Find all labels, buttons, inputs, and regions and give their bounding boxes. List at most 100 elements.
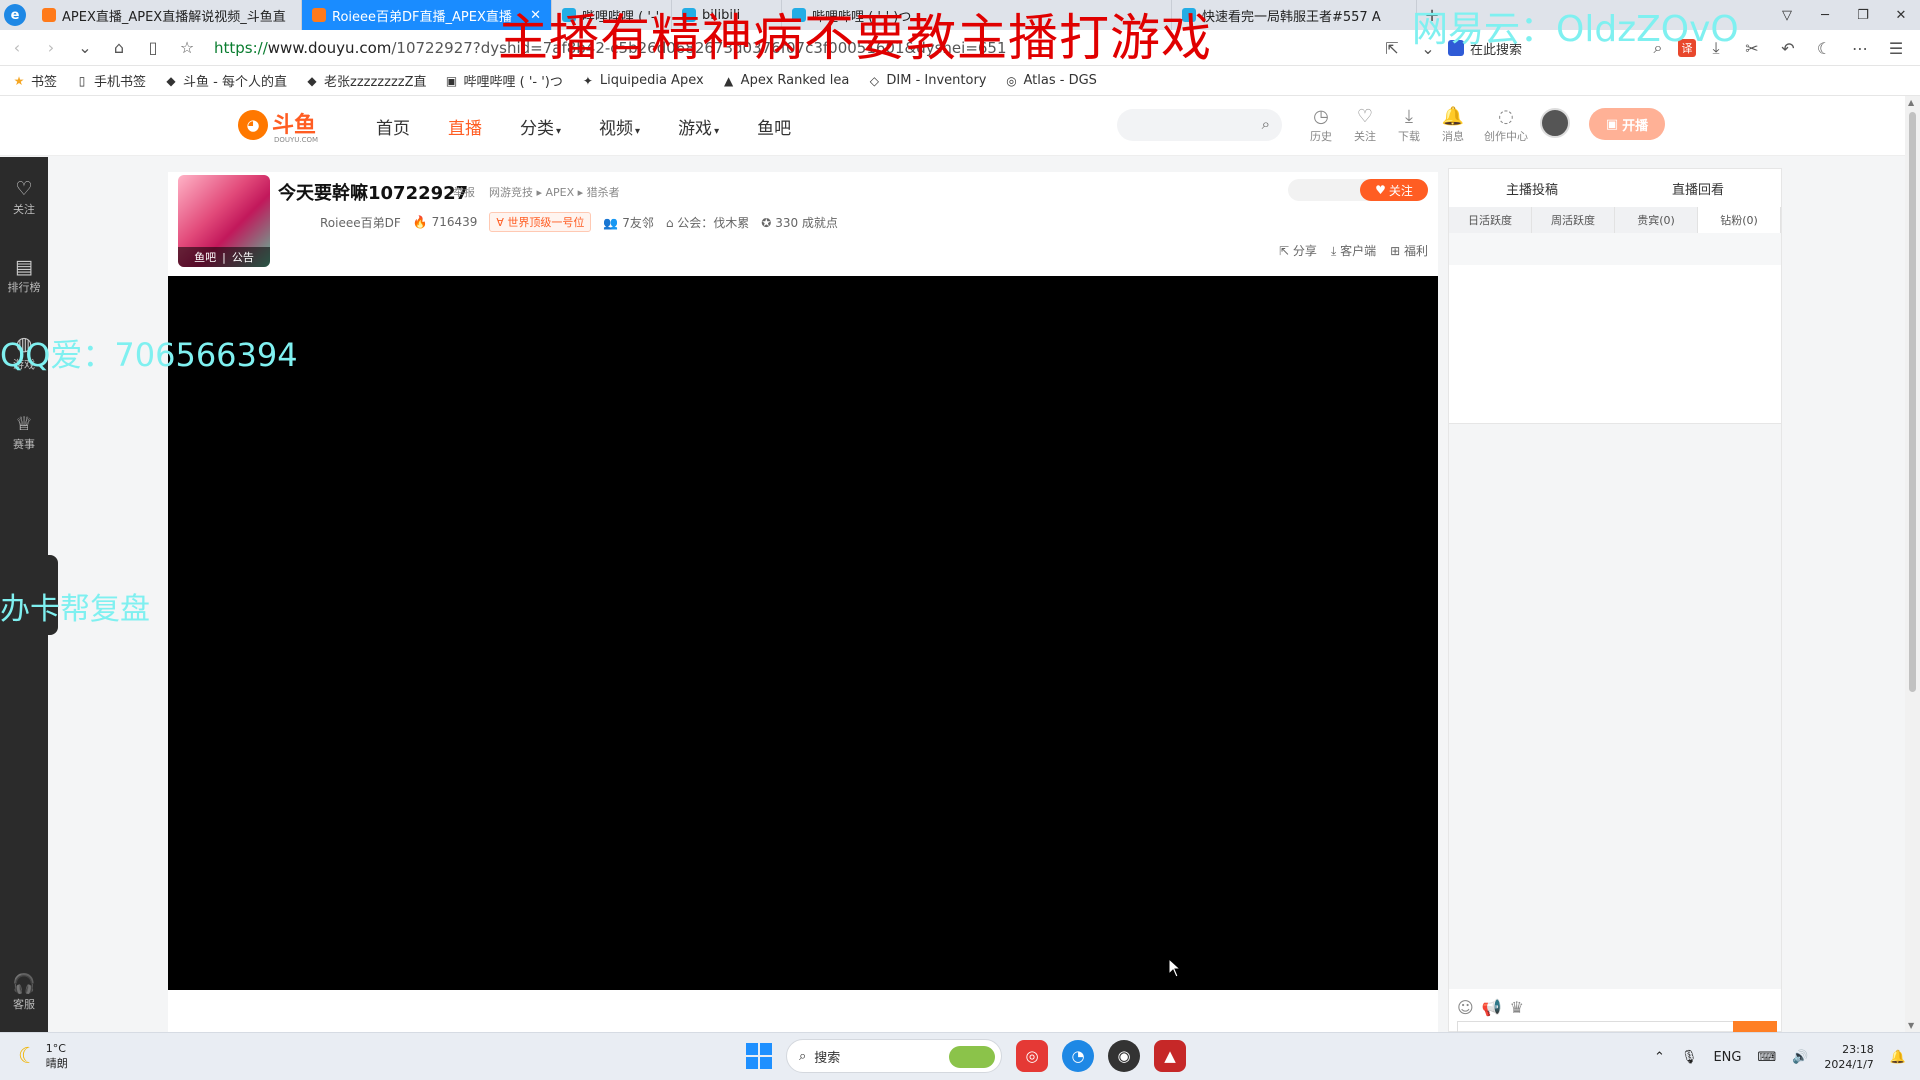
reader-icon[interactable]: ▯	[136, 30, 170, 66]
qq-browser-icon[interactable]: ◔	[1062, 1040, 1094, 1072]
rank-tag[interactable]: ∀ 世界顶级一号位	[489, 212, 592, 232]
close-window-button[interactable]: ✕	[1882, 0, 1920, 30]
scroll-up-icon[interactable]: ▲	[1908, 98, 1914, 107]
apex-legends-icon[interactable]: ▲	[1154, 1040, 1186, 1072]
scissors-icon[interactable]: ✂	[1736, 32, 1768, 64]
minimize-button[interactable]: ─	[1806, 0, 1844, 30]
temperature: 1°C	[45, 1042, 66, 1055]
bookmark-item[interactable]: ◎ Atlas - DGS	[1005, 73, 1097, 88]
bookmark-item[interactable]: ◇ DIM - Inventory	[867, 73, 987, 88]
nav-item[interactable]: 直播	[448, 114, 482, 139]
netease-music-icon[interactable]: ◎	[1016, 1040, 1048, 1072]
menu-icon[interactable]: ☰	[1880, 32, 1912, 64]
megaphone-icon[interactable]: 📢	[1482, 998, 1502, 1017]
bookmark-item[interactable]: ▣ 哔哩哔哩 ( '- ')つ	[445, 71, 563, 91]
emoji-icon[interactable]: ☺	[1457, 998, 1474, 1017]
scrollbar-thumb[interactable]	[1909, 112, 1916, 692]
bookmark-item[interactable]: ▯ 手机书签	[75, 71, 146, 91]
rail-item-label: 关注	[13, 203, 35, 216]
bookmark-label: DIM - Inventory	[886, 73, 987, 88]
bookmark-item[interactable]: ◆ 斗鱼 - 每个人的直	[164, 71, 287, 91]
overlay-title: 主播有精神病不要教主播打游戏	[498, 9, 1212, 67]
taskbar-search[interactable]: ⌕ 搜索	[786, 1039, 1002, 1073]
nav-item[interactable]: 分类 ▾	[520, 114, 561, 139]
home-icon[interactable]: ⌂	[102, 30, 136, 66]
nav-item[interactable]: 首页	[376, 114, 410, 139]
windows-start-icon[interactable]	[746, 1043, 772, 1069]
start-live-button[interactable]: ▣ 开播	[1589, 108, 1665, 140]
bookmark-item[interactable]: ▲ Apex Ranked lea	[722, 73, 850, 88]
bookmark-item[interactable]: ★ 书签	[12, 71, 57, 91]
crown-icon[interactable]: ♛	[1510, 998, 1524, 1017]
favorite-star-icon[interactable]: ☆	[170, 30, 204, 66]
page-scrollbar[interactable]: ▲ ▼	[1905, 96, 1920, 1032]
night-mode-icon[interactable]: ☾	[1808, 32, 1840, 64]
category-breadcrumb[interactable]: 网游竞技 ▸ APEX ▸ 猎杀者	[489, 184, 620, 200]
client-button[interactable]: ⤓ 客户端	[1331, 242, 1376, 259]
language-indicator[interactable]: ENG	[1713, 1050, 1741, 1065]
heart-icon: ♡	[15, 178, 33, 200]
header-bell-button[interactable]: 🔔 消息	[1438, 106, 1468, 144]
logo-text: 斗鱼	[272, 112, 317, 138]
site-search-input[interactable]: ⌕	[1117, 109, 1282, 141]
reload-button[interactable]: ⌄	[68, 30, 102, 66]
header-heart-button[interactable]: ♡ 关注	[1350, 106, 1380, 144]
report-link[interactable]: 举报	[453, 184, 475, 200]
nav-item[interactable]: 视频 ▾	[599, 114, 640, 139]
undo-icon[interactable]: ↶	[1772, 32, 1804, 64]
douyu-logo[interactable]: ◕ 斗鱼 DOUYU.COM	[238, 110, 318, 144]
rail-item[interactable]: ♡ 关注	[0, 177, 48, 217]
fishbar-link[interactable]: 鱼吧	[194, 249, 216, 265]
tab-replay[interactable]: 直播回看	[1615, 169, 1781, 207]
forward-button[interactable]: ›	[34, 30, 68, 66]
header-clock-button[interactable]: ◷ 历史	[1306, 106, 1336, 144]
follow-button[interactable]: ♥ 关注	[1360, 179, 1428, 201]
ranking-tabs: 日活跃度 周活跃度 贵宾(0) 钻粉(0)	[1449, 207, 1781, 233]
rail-item[interactable]: ♕ 赛事	[0, 412, 48, 452]
notice-link[interactable]: 公告	[232, 249, 254, 265]
nav-item[interactable]: 游戏 ▾	[678, 114, 719, 139]
browser-tab[interactable]: APEX直播_APEX直播解说视频_斗鱼直	[32, 0, 302, 30]
welfare-button[interactable]: ⊞ 福利	[1390, 242, 1428, 259]
more-icon[interactable]: ⋯	[1844, 32, 1876, 64]
user-avatar[interactable]	[1540, 108, 1570, 138]
ranking-tab[interactable]: 贵宾(0)	[1615, 207, 1698, 233]
window-controls: ▽ ─ ❐ ✕	[1768, 0, 1920, 30]
rail-item[interactable]: ▤ 排行榜	[0, 255, 48, 295]
bookmark-label: Apex Ranked lea	[740, 73, 850, 88]
back-button[interactable]: ‹	[0, 30, 34, 66]
scroll-down-icon[interactable]: ▼	[1908, 1021, 1914, 1030]
ranking-tab[interactable]: 日活跃度	[1449, 207, 1532, 233]
obs-icon[interactable]: ◉	[1108, 1040, 1140, 1072]
search-icon[interactable]: ⌕	[1262, 115, 1270, 133]
header-lightbulb-button[interactable]: ◌ 创作中心	[1482, 106, 1530, 144]
streamer-avatar[interactable]: 鱼吧 | 公告	[178, 175, 270, 267]
restore-button[interactable]: ❐	[1844, 0, 1882, 30]
nav-label: 视频	[599, 119, 634, 139]
ranking-tab[interactable]: 钻粉(0)	[1698, 207, 1781, 233]
wardrobe-icon[interactable]: ▽	[1768, 0, 1806, 30]
notification-bell-icon[interactable]: 🔔	[1890, 1050, 1906, 1065]
ranking-list	[1449, 233, 1781, 265]
header-download-button[interactable]: ⤓ 下载	[1394, 106, 1424, 144]
chevron-up-icon[interactable]: ⌃	[1654, 1050, 1665, 1065]
nav-item[interactable]: 鱼吧	[757, 114, 791, 139]
network-icon[interactable]: ⌨	[1757, 1050, 1776, 1065]
achievement[interactable]: ✪ 330 成就点	[761, 214, 838, 231]
guild[interactable]: ⌂ 公会：伐木累	[666, 214, 749, 231]
ranking-tab[interactable]: 周活跃度	[1532, 207, 1615, 233]
volume-icon[interactable]: 🔊	[1792, 1050, 1808, 1065]
main-nav: 首页 直播 分类 ▾ 视频 ▾ 游戏 ▾ 鱼吧	[376, 114, 791, 139]
bookmark-item[interactable]: ✦ Liquipedia Apex	[581, 73, 704, 88]
clock[interactable]: 23:18 2024/1/7	[1824, 1042, 1873, 1072]
tab-anchor-uploads[interactable]: 主播投稿	[1449, 169, 1615, 207]
rail-item[interactable]: 🎧 客服	[0, 972, 48, 1012]
streamer-name[interactable]: Roieee百弟DF	[320, 214, 401, 231]
microphone-icon[interactable]: 🎙	[1681, 1050, 1698, 1065]
share-page-icon[interactable]: ⇱	[1376, 32, 1408, 64]
neighbors[interactable]: 👥 7友邻	[603, 214, 653, 231]
weather-widget[interactable]: ☾ 1°C 晴朗	[18, 1041, 68, 1071]
bookmark-item[interactable]: ◆ 老张zzzzzzzzZ直	[305, 71, 426, 91]
video-player[interactable]	[168, 276, 1438, 990]
share-button[interactable]: ⇱ 分享	[1279, 242, 1317, 259]
